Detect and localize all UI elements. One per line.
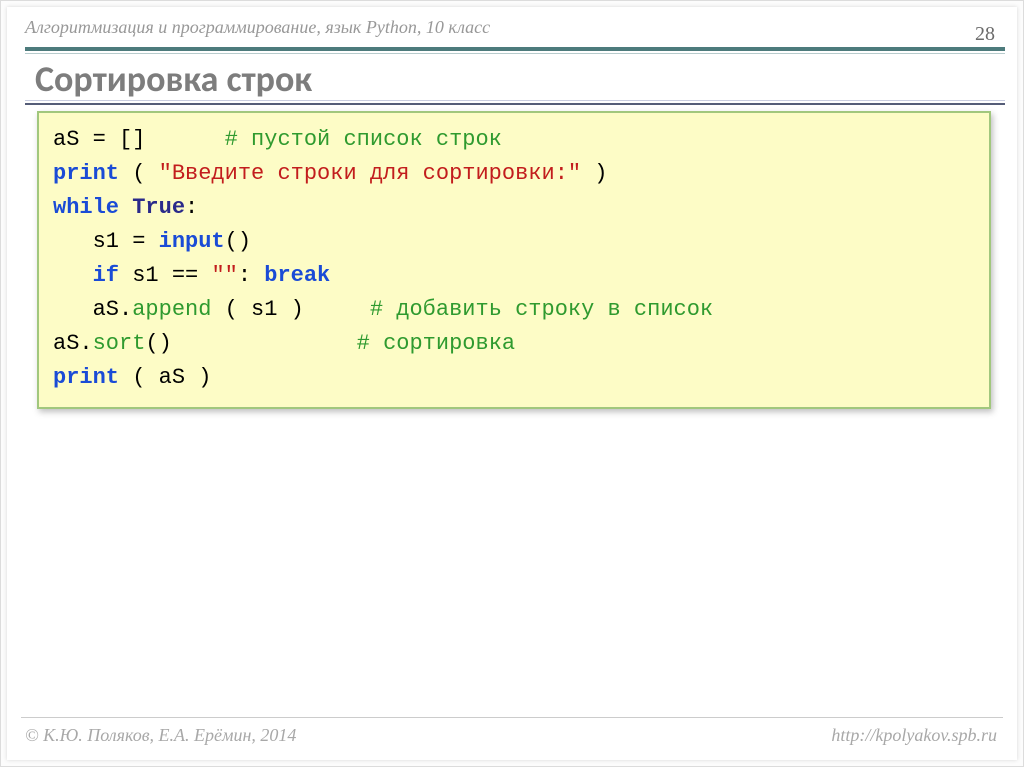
code-token: ) [581, 161, 607, 186]
code-line: if s1 == "": break [53, 259, 975, 293]
footer-url: http://kpolyakov.spb.ru [831, 725, 997, 746]
code-token: : [185, 195, 198, 220]
code-line: aS = [] # пустой список строк [53, 123, 975, 157]
code-token: print [53, 161, 119, 186]
code-line: print ( "Введите строки для сортировки:"… [53, 157, 975, 191]
code-token: s1 [93, 229, 119, 254]
code-line: print ( aS ) [53, 361, 975, 395]
footer-rule [21, 717, 1003, 718]
code-token: () [225, 229, 251, 254]
code-token: print [53, 365, 119, 390]
code-token: while [53, 195, 119, 220]
code-token: ( [119, 161, 159, 186]
code-token: input [159, 229, 225, 254]
code-token: True [132, 195, 185, 220]
code-token [119, 195, 132, 220]
code-line: aS.sort() # сортировка [53, 327, 975, 361]
code-token: append [132, 297, 211, 322]
breadcrumb: Алгоритмизация и программирование, язык … [25, 17, 490, 38]
code-token: s1 == [119, 263, 211, 288]
code-token: break [264, 263, 330, 288]
code-token: : [238, 263, 264, 288]
code-token: () [145, 331, 171, 356]
code-token: # сортировка [357, 331, 515, 356]
footer-copyright: © К.Ю. Поляков, Е.А. Ерёмин, 2014 [25, 725, 296, 746]
code-block: aS = [] # пустой список строкprint ( "Вв… [37, 111, 991, 409]
slide: Алгоритмизация и программирование, язык … [0, 0, 1024, 767]
title-rule-bottom [25, 103, 1005, 105]
code-token: "Введите строки для сортировки:" [159, 161, 581, 186]
page-number: 28 [975, 23, 995, 46]
code-token: ( aS ) [119, 365, 211, 390]
page-title: Сортировка строк [35, 57, 312, 101]
code-token: "" [211, 263, 237, 288]
code-token: = [119, 229, 159, 254]
code-token: sort [93, 331, 146, 356]
code-token: aS. [53, 331, 93, 356]
code-line: while True: [53, 191, 975, 225]
title-rule-top [25, 47, 1005, 51]
code-line: s1 = input() [53, 225, 975, 259]
code-token [145, 127, 224, 152]
code-line: aS.append ( s1 ) # добавить строку в спи… [53, 293, 975, 327]
slide-inner: Алгоритмизация и программирование, язык … [7, 7, 1017, 760]
code-token: if [93, 263, 119, 288]
code-token: # добавить строку в список [370, 297, 713, 322]
code-token: aS [53, 127, 79, 152]
code-token: = [79, 127, 119, 152]
code-token [304, 297, 370, 322]
code-token: # пустой список строк [225, 127, 502, 152]
code-token: [] [119, 127, 145, 152]
code-token: ( s1 ) [211, 297, 303, 322]
code-token: aS. [93, 297, 133, 322]
code-token [172, 331, 357, 356]
